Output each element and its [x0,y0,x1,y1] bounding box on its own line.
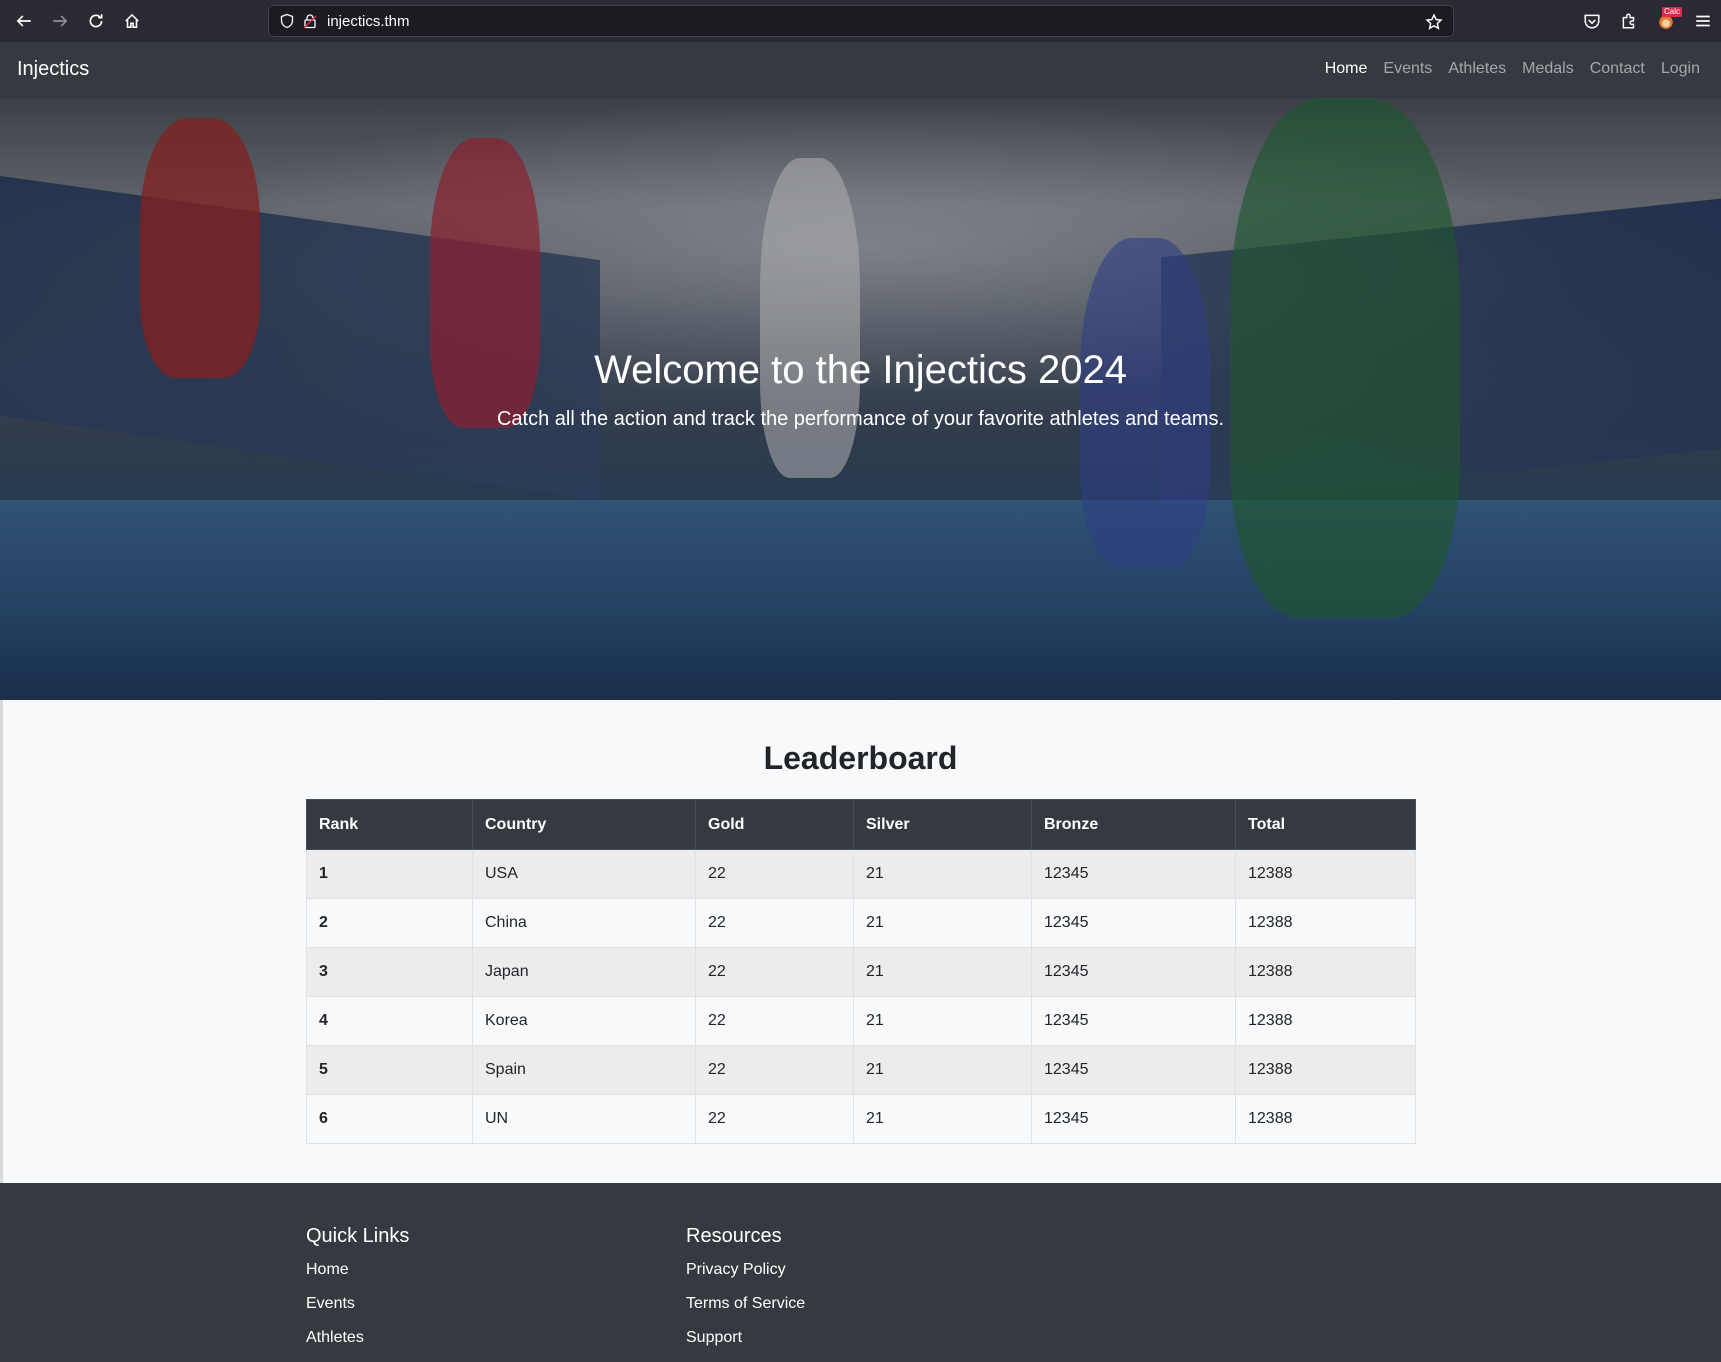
column-header: Bronze [1031,799,1236,850]
rank-cell: 1 [306,849,473,899]
back-arrow-icon [16,15,31,27]
menu-button[interactable] [1684,3,1721,39]
toolbar-right: Calc [1573,3,1721,39]
table-row: 2 China 22 21 12345 12388 [306,898,1416,948]
calc-extension-button[interactable]: Calc [1647,3,1684,39]
silver-cell: 21 [853,996,1032,1046]
bookmark-star-icon[interactable] [1425,13,1443,31]
column-header: Silver [853,799,1032,850]
resources-heading: Resources [686,1225,782,1247]
table-row: 3 Japan 22 21 12345 12388 [306,947,1416,997]
gold-cell: 22 [695,1045,854,1095]
table-row: 6 UN 22 21 12345 12388 [306,1094,1416,1144]
gold-cell: 22 [695,996,854,1046]
bronze-cell: 12345 [1031,849,1236,899]
home-icon [125,13,139,28]
hero-overlay [0,98,1721,700]
gold-cell: 22 [695,947,854,997]
bronze-cell: 12345 [1031,947,1236,997]
silver-cell: 21 [853,1094,1032,1144]
nav-contact[interactable]: Contact [1582,60,1653,78]
browser-toolbar: injectics.thm Calc [0,0,1721,42]
country-cell: UN [472,1094,696,1144]
rank-cell: 5 [306,1045,473,1095]
footer-link-home[interactable]: Home [306,1261,349,1279]
quick-links-heading: Quick Links [306,1225,410,1247]
footer-link-athletes[interactable]: Athletes [306,1329,364,1347]
total-cell: 12388 [1235,947,1416,997]
nav-login[interactable]: Login [1653,60,1708,78]
country-cell: Japan [472,947,696,997]
total-cell: 12388 [1235,1045,1416,1095]
total-cell: 12388 [1235,996,1416,1046]
footer-link-privacy-policy[interactable]: Privacy Policy [686,1261,786,1279]
total-cell: 12388 [1235,1094,1416,1144]
nav-events[interactable]: Events [1375,60,1440,78]
table-row: 1 USA 22 21 12345 12388 [306,849,1416,899]
bronze-cell: 12345 [1031,996,1236,1046]
footer-link-terms-of-service[interactable]: Terms of Service [686,1295,805,1313]
table-row: 4 Korea 22 21 12345 12388 [306,996,1416,1046]
puzzle-icon [1622,13,1634,29]
silver-cell: 21 [853,947,1032,997]
forward-button[interactable] [42,3,78,39]
hero-title: Welcome to the Injectics 2024 [594,348,1127,392]
silver-cell: 21 [853,1045,1032,1095]
gold-cell: 22 [695,1094,854,1144]
column-header: Gold [695,799,854,850]
reload-button[interactable] [78,3,114,39]
back-button[interactable] [6,3,42,39]
total-cell: 12388 [1235,849,1416,899]
navbar-brand[interactable]: Injectics [17,58,89,81]
bronze-cell: 12345 [1031,1094,1236,1144]
hero-banner: Welcome to the Injectics 2024 Catch all … [0,98,1721,700]
pocket-icon [1583,14,1600,29]
table-row: 5 Spain 22 21 12345 12388 [306,1045,1416,1095]
bronze-cell: 12345 [1031,1045,1236,1095]
shield-icon[interactable] [279,13,295,29]
country-cell: Spain [472,1045,696,1095]
rank-cell: 6 [306,1094,473,1144]
bronze-cell: 12345 [1031,898,1236,948]
forward-arrow-icon [53,15,68,27]
reload-icon [89,14,103,28]
nav-athletes[interactable]: Athletes [1440,60,1514,78]
column-header: Total [1235,799,1416,850]
extension-badge: Calc [1662,7,1683,17]
leaderboard-title: Leaderboard [763,740,958,776]
leaderboard-table: Rank Country Gold Silver Bronze Total 1 … [306,799,1416,1144]
gold-cell: 22 [695,849,854,899]
site-navbar: Injectics Home Events Athletes Medals Co… [0,42,1721,98]
home-button[interactable] [114,3,150,39]
column-header: Rank [306,799,473,850]
country-cell: Korea [472,996,696,1046]
nav-home[interactable]: Home [1317,60,1376,78]
extensions-button[interactable] [1610,3,1647,39]
pocket-button[interactable] [1573,3,1610,39]
country-cell: USA [472,849,696,899]
url-bar[interactable]: injectics.thm [268,5,1454,37]
rank-cell: 3 [306,947,473,997]
table-header-row: Rank Country Gold Silver Bronze Total [306,799,1416,850]
nav-links: Home Events Athletes Medals Contact Logi… [1317,60,1708,78]
silver-cell: 21 [853,898,1032,948]
gold-cell: 22 [695,898,854,948]
silver-cell: 21 [853,849,1032,899]
nav-medals[interactable]: Medals [1514,60,1582,78]
footer-link-events[interactable]: Events [306,1295,355,1313]
rank-cell: 4 [306,996,473,1046]
footer-link-support[interactable]: Support [686,1329,742,1347]
site-footer: Quick Links Home Events Athletes Resourc… [0,1183,1721,1362]
hero-subtitle: Catch all the action and track the perfo… [496,408,1225,430]
hamburger-menu-icon [1695,15,1710,27]
total-cell: 12388 [1235,898,1416,948]
url-text[interactable]: injectics.thm [327,13,410,30]
rank-cell: 2 [306,898,473,948]
country-cell: China [472,898,696,948]
column-header: Country [472,799,696,850]
lock-icon[interactable] [303,13,317,29]
